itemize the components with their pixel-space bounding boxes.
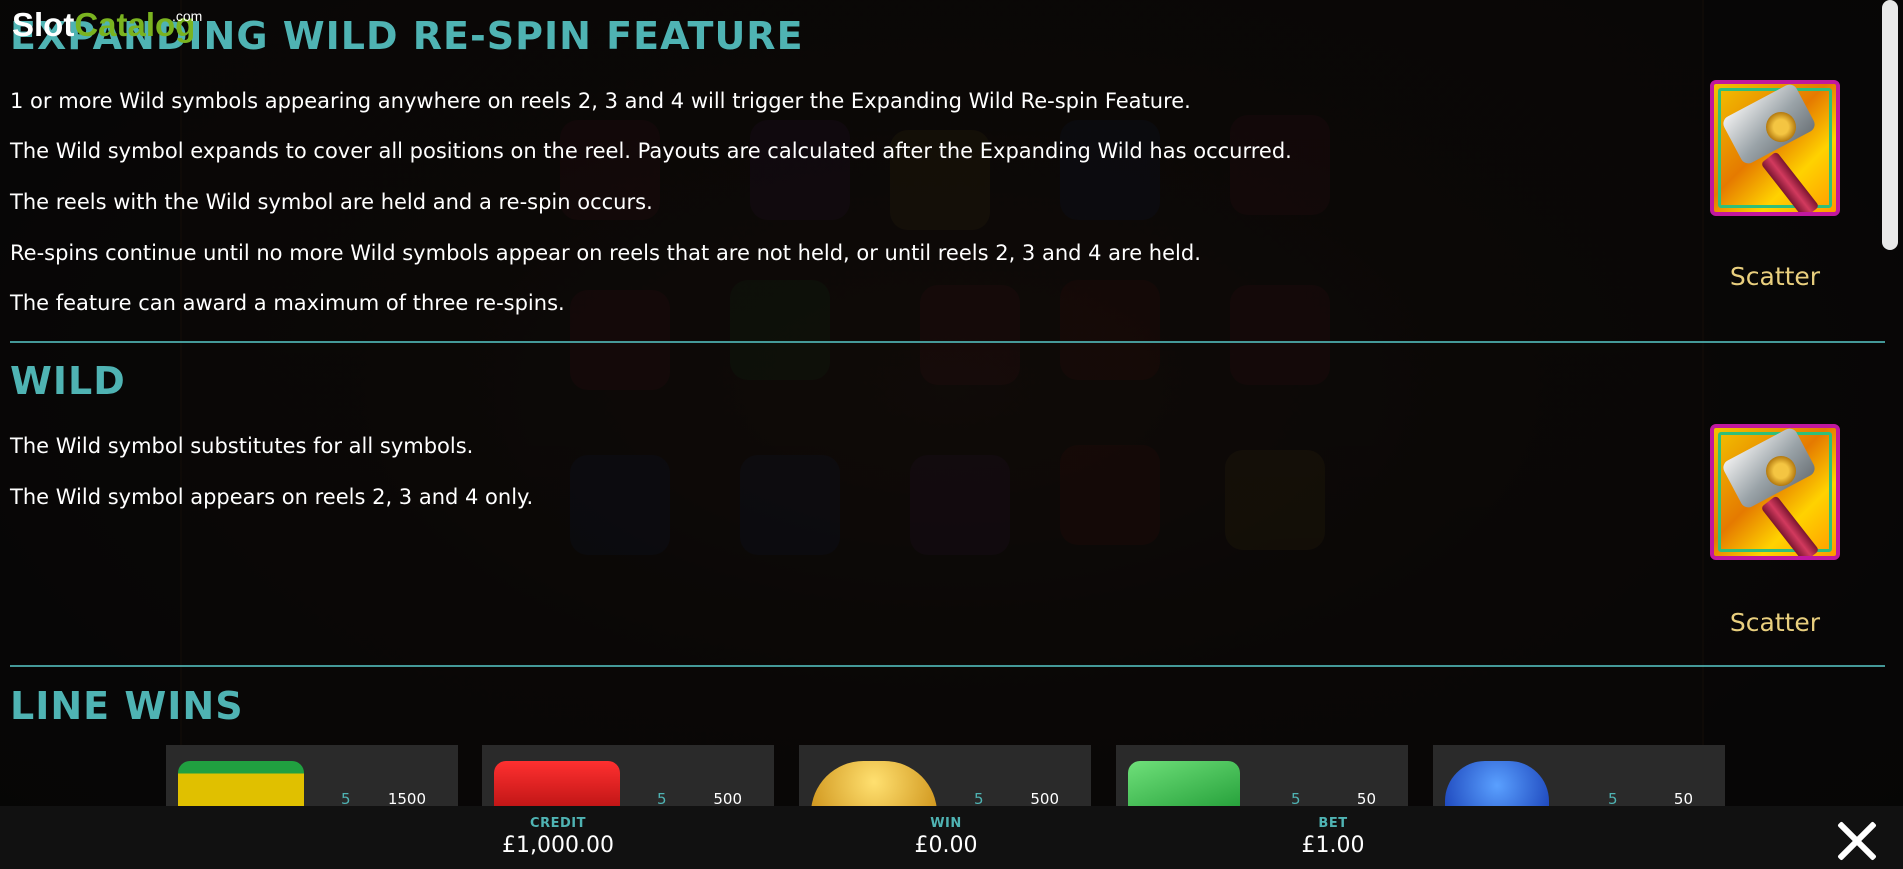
paytable-row: 5 1500 5 500 5 500 5 50 5 50	[0, 745, 1903, 806]
symbol-label: Scatter	[1729, 262, 1821, 291]
section-divider	[10, 665, 1885, 667]
rule-text: The reels with the Wild symbol are held …	[10, 190, 653, 214]
paytable-card: 5 1500	[166, 745, 458, 806]
credit-label: CREDIT	[530, 816, 586, 831]
win-display: WIN £0.00	[826, 816, 1066, 858]
rule-text: 1 or more Wild symbols appearing anywher…	[10, 89, 1191, 113]
bar-icon	[178, 761, 304, 806]
paytable-card: 5 500	[482, 745, 774, 806]
rule-text: The Wild symbol appears on reels 2, 3 an…	[10, 485, 534, 509]
payout-value: 50	[1356, 790, 1376, 806]
win-label: WIN	[930, 816, 962, 831]
credit-value: £1,000.00	[502, 833, 614, 858]
logo-com-text: .com	[172, 8, 203, 24]
rule-text: Re-spins continue until no more Wild sym…	[10, 241, 1201, 265]
watermark-logo: SlotCatalog .com	[12, 6, 202, 43]
rule-text: The Wild symbol expands to cover all pos…	[10, 139, 1292, 163]
scrollbar[interactable]	[1882, 0, 1898, 250]
section-divider	[10, 341, 1885, 343]
payout-value: 500	[1030, 790, 1059, 806]
payout-value: 500	[713, 790, 742, 806]
win-value: £0.00	[914, 833, 978, 858]
match-count: 5	[341, 790, 351, 806]
credit-display: CREDIT £1,000.00	[438, 816, 678, 858]
match-count: 5	[1291, 790, 1301, 806]
bet-label: BET	[1318, 816, 1348, 831]
hammer-icon	[1710, 80, 1840, 216]
bet-display: BET £1.00	[1213, 816, 1453, 858]
payout-value: 1500	[387, 790, 426, 806]
rule-text: The feature can award a maximum of three…	[10, 291, 565, 315]
bet-value: £1.00	[1301, 833, 1365, 858]
paytable-card: 5 500	[799, 745, 1091, 806]
match-count: 5	[974, 790, 984, 806]
section-title: LINE WINS	[10, 684, 244, 728]
blue-gem-icon	[1445, 761, 1549, 806]
payout-value: 50	[1673, 790, 1693, 806]
rule-text: The Wild symbol substitutes for all symb…	[10, 434, 474, 458]
close-icon[interactable]	[1833, 818, 1879, 864]
scrollbar-thumb[interactable]	[1882, 0, 1898, 250]
status-bar: CREDIT £1,000.00 WIN £0.00 BET £1.00	[0, 806, 1903, 869]
paytable-card: 5 50	[1116, 745, 1408, 806]
logo-slot-text: Slot	[12, 6, 75, 43]
section-title: WILD	[10, 359, 126, 403]
seven-icon	[494, 761, 620, 806]
paytable-card: 5 50	[1433, 745, 1725, 806]
green-gem-icon	[1128, 761, 1240, 806]
info-panel	[0, 0, 1903, 806]
match-count: 5	[1608, 790, 1618, 806]
hammer-icon	[1710, 424, 1840, 560]
symbol-label: Scatter	[1729, 608, 1821, 637]
match-count: 5	[657, 790, 667, 806]
yellow-gem-icon	[811, 761, 937, 806]
